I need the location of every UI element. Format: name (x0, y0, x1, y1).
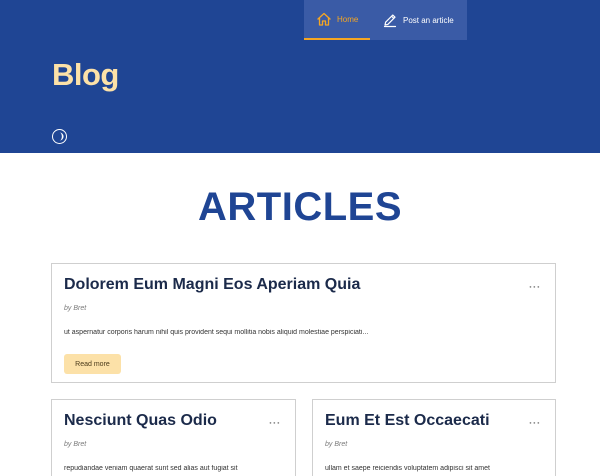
header: Home Post an article Blog (0, 0, 600, 153)
nav-home-link[interactable]: Home (304, 0, 370, 40)
home-icon (317, 12, 331, 26)
blog-title: Blog (52, 57, 119, 92)
article-author: by Bret (325, 441, 348, 448)
pencil-icon (383, 14, 397, 28)
article-author: by Bret (64, 441, 87, 448)
more-options-icon[interactable]: ●●● (529, 282, 541, 292)
nav-home-label: Home (337, 14, 359, 24)
half-moon-icon (59, 132, 64, 141)
article-title: Dolorem Eum Magni Eos Aperiam Quia (64, 276, 361, 293)
article-card: Dolorem Eum Magni Eos Aperiam Quia ●●● b… (51, 263, 556, 383)
nav-post-article-link[interactable]: Post an article (370, 0, 454, 40)
more-options-icon[interactable]: ●●● (269, 418, 281, 428)
articles-heading: ARTICLES (198, 185, 402, 229)
article-card: Nesciunt Quas Odio ●●● by Bret repudiand… (51, 399, 296, 476)
read-more-button[interactable]: Read more (64, 354, 121, 374)
nav-post-label: Post an article (403, 15, 454, 25)
article-excerpt: ut aspernatur corporis harum nihil quis … (64, 329, 369, 336)
theme-toggle-button[interactable] (52, 129, 67, 144)
article-author: by Bret (64, 305, 87, 312)
article-title: Nesciunt Quas Odio (64, 412, 217, 429)
more-options-icon[interactable]: ●●● (529, 418, 541, 428)
article-title: Eum Et Est Occaecati (325, 412, 490, 429)
article-excerpt: repudiandae veniam quaerat sunt sed alia… (64, 465, 238, 472)
top-nav: Home Post an article (304, 0, 467, 40)
article-excerpt: ullam et saepe reiciendis voluptatem adi… (325, 465, 490, 472)
article-card: Eum Et Est Occaecati ●●● by Bret ullam e… (312, 399, 556, 476)
